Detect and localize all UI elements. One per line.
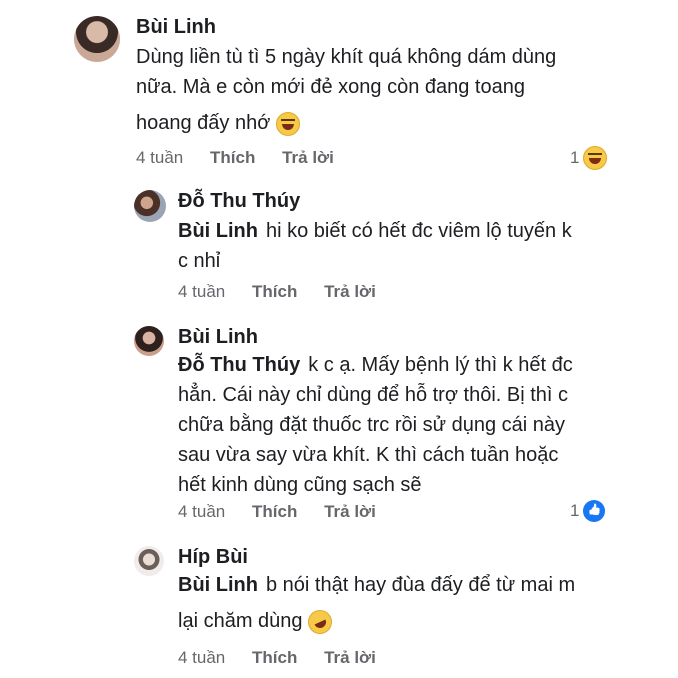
comment-line: Bùi Linh hi ko biết có hết đc viêm lộ tuy… — [178, 216, 618, 246]
comment-line: c nhỉ — [178, 250, 221, 272]
like-button[interactable]: Thích — [252, 502, 297, 522]
avatar[interactable] — [134, 190, 166, 222]
comment-line-text: b nói thật hay đùa đấy để từ mai m — [265, 574, 576, 596]
comment-line: nữa. Mà e còn mới đẻ xong còn đang toang — [136, 76, 525, 98]
comment-author[interactable]: Híp Bùi — [178, 546, 248, 569]
like-button[interactable]: Thích — [252, 648, 297, 668]
like-button[interactable]: Thích — [252, 282, 297, 302]
avatar[interactable] — [134, 326, 164, 356]
like-icon — [583, 500, 606, 522]
comment-line-text: k c ạ. Mấy bệnh lý thì k hết đc — [308, 354, 573, 376]
comment-line-text: lại chăm dùng — [178, 610, 303, 632]
reaction-summary[interactable]: 1 — [570, 146, 608, 170]
comment-text: Bùi Linh b nói thật hay đùa đấy để từ mai… — [178, 570, 618, 638]
reply-button[interactable]: Trả lời — [324, 648, 376, 668]
avatar[interactable] — [74, 16, 120, 62]
comment-time[interactable]: 4 tuần — [178, 648, 225, 668]
comment-line: lại chăm dùng — [178, 605, 618, 638]
comment-line: hẳn. Cái này chỉ dùng để hỗ trợ thôi. Bị… — [178, 384, 569, 406]
reply-button[interactable]: Trả lời — [324, 502, 376, 522]
like-button[interactable]: Thích — [210, 148, 255, 168]
comment-line: Đỗ Thu Thúy k c ạ. Mấy bệnh lý thì k hết … — [178, 350, 618, 380]
comment-line: hết kinh dùng cũng sạch sẽ — [178, 474, 422, 496]
comment-author[interactable]: Đỗ Thu Thúy — [178, 190, 300, 213]
comment-actions: 4 tuần Thích Trả lời — [178, 502, 398, 522]
haha-emoji-icon — [583, 146, 608, 170]
comment-line-text: hoang đấy nhớ — [136, 112, 271, 134]
comment-time[interactable]: 4 tuần — [136, 148, 183, 168]
reply-button[interactable]: Trả lời — [282, 148, 334, 168]
comment-line: chữa bằng đặt thuốc trc rồi sử dụng cái … — [178, 414, 566, 436]
reaction-summary[interactable]: 1 — [570, 500, 606, 522]
comment-author[interactable]: Bùi Linh — [178, 326, 258, 349]
comment-text: Bùi Linh hi ko biết có hết đc viêm lộ tuy… — [178, 216, 618, 276]
avatar[interactable] — [134, 546, 164, 576]
comment-actions: 4 tuần Thích Trả lời — [136, 148, 356, 168]
haha-emoji-icon — [275, 111, 300, 136]
comment-line: sau vừa say vừa khít. K thì cách tuần ho… — [178, 444, 559, 466]
reaction-count: 1 — [570, 501, 580, 520]
comment-line: Dùng liền tù tì 5 ngày khít quá không dá… — [136, 46, 557, 68]
comment-actions: 4 tuần Thích Trả lời — [178, 282, 398, 302]
comment-actions: 4 tuần Thích Trả lời — [178, 648, 398, 668]
reaction-count: 1 — [570, 148, 580, 167]
comment-line: hoang đấy nhớ — [136, 108, 606, 138]
comment-time[interactable]: 4 tuần — [178, 282, 225, 302]
comment-line: Bùi Linh b nói thật hay đùa đấy để từ mai… — [178, 570, 618, 600]
mention-link[interactable]: Đỗ Thu Thúy — [178, 354, 300, 376]
comment-text: Đỗ Thu Thúy k c ạ. Mấy bệnh lý thì k hết … — [178, 350, 618, 500]
comment-time[interactable]: 4 tuần — [178, 502, 225, 522]
reply-button[interactable]: Trả lời — [324, 282, 376, 302]
mention-link[interactable]: Bùi Linh — [178, 220, 258, 242]
mention-link[interactable]: Bùi Linh — [178, 574, 258, 596]
comment-line-text: hi ko biết có hết đc viêm lộ tuyến k — [265, 220, 572, 242]
comment-text: Dùng liền tù tì 5 ngày khít quá không dá… — [136, 42, 606, 138]
rofl-emoji-icon — [304, 605, 337, 638]
comment-author[interactable]: Bùi Linh — [136, 16, 216, 39]
